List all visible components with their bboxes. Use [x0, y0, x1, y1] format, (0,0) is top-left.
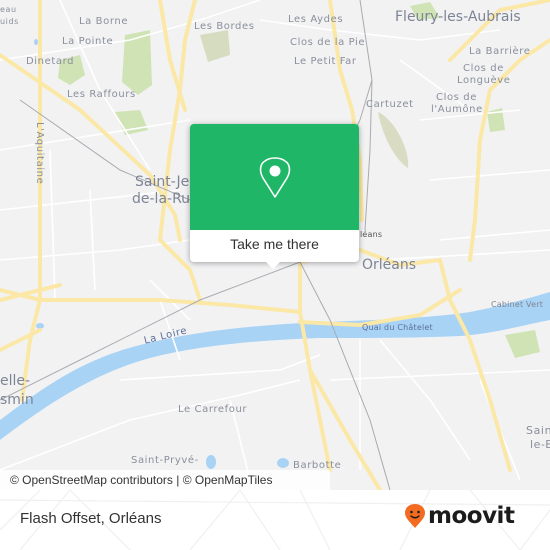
map-label: Cartuzet [366, 99, 414, 110]
map-label-city: Saint-Je [135, 174, 190, 190]
map-label: Clos de la Pie [290, 37, 366, 48]
map-view[interactable]: eau uids La Borne La Pointe Dinetard Les… [0, 0, 550, 490]
map-label: La Borne [79, 16, 129, 27]
map-label: Saint-Pryvé- [131, 455, 199, 466]
map-label-city: elle- [0, 373, 31, 389]
map-label: Cabinet Vert [491, 300, 544, 309]
map-label: Longuève [457, 75, 511, 86]
map-label: Quai du Châtelet [362, 323, 433, 332]
moovit-logo[interactable]: moovit [404, 502, 515, 529]
map-label: Clos de [463, 63, 504, 74]
map-label: La Barrière [469, 46, 531, 57]
park [378, 112, 409, 168]
park [505, 330, 540, 358]
map-label: léans [360, 230, 383, 239]
map-pin-icon [259, 157, 291, 198]
map-label-city: Fleury-les-Aubrais [395, 9, 521, 25]
pond [277, 458, 289, 468]
map-attribution[interactable]: © OpenStreetMap contributors | © OpenMap… [0, 470, 330, 490]
map-label: Le Petit Far [294, 56, 357, 67]
map-label: le-B [530, 438, 550, 451]
map-label-city: Orléans [362, 257, 417, 273]
pond [34, 39, 38, 45]
map-label-city: de-la-Ru [132, 191, 191, 207]
park [200, 30, 230, 62]
location-popup: Take me there [190, 124, 359, 269]
map-label: Dinetard [26, 56, 75, 67]
take-me-there-button[interactable]: Take me there [190, 230, 359, 262]
map-label: Les Aydes [288, 14, 344, 25]
moovit-smiley-pin-icon [405, 504, 425, 528]
map-label-road: L'Aquitaine [34, 122, 45, 185]
map-label: La Pointe [62, 36, 114, 47]
map-label: l'Aumône [431, 104, 483, 115]
map-label: Le Carrefour [178, 404, 248, 415]
popup-header [190, 124, 359, 230]
pond [206, 455, 216, 469]
map-label: uids [0, 17, 19, 26]
map-label: eau [0, 5, 17, 14]
moovit-wordmark: moovit [428, 502, 515, 529]
map-label-city: smin [0, 392, 34, 408]
river-loire [0, 292, 550, 440]
map-label: Les Raffours [67, 89, 136, 100]
map-label: Les Bordes [194, 21, 255, 32]
map-label: Clos de [436, 92, 477, 103]
popup-pointer [265, 261, 281, 269]
place-name: Flash Offset, Orléans [20, 510, 162, 527]
footer-bar: Flash Offset, Orléans moovit [0, 490, 550, 550]
map-label: Sain [526, 424, 550, 437]
